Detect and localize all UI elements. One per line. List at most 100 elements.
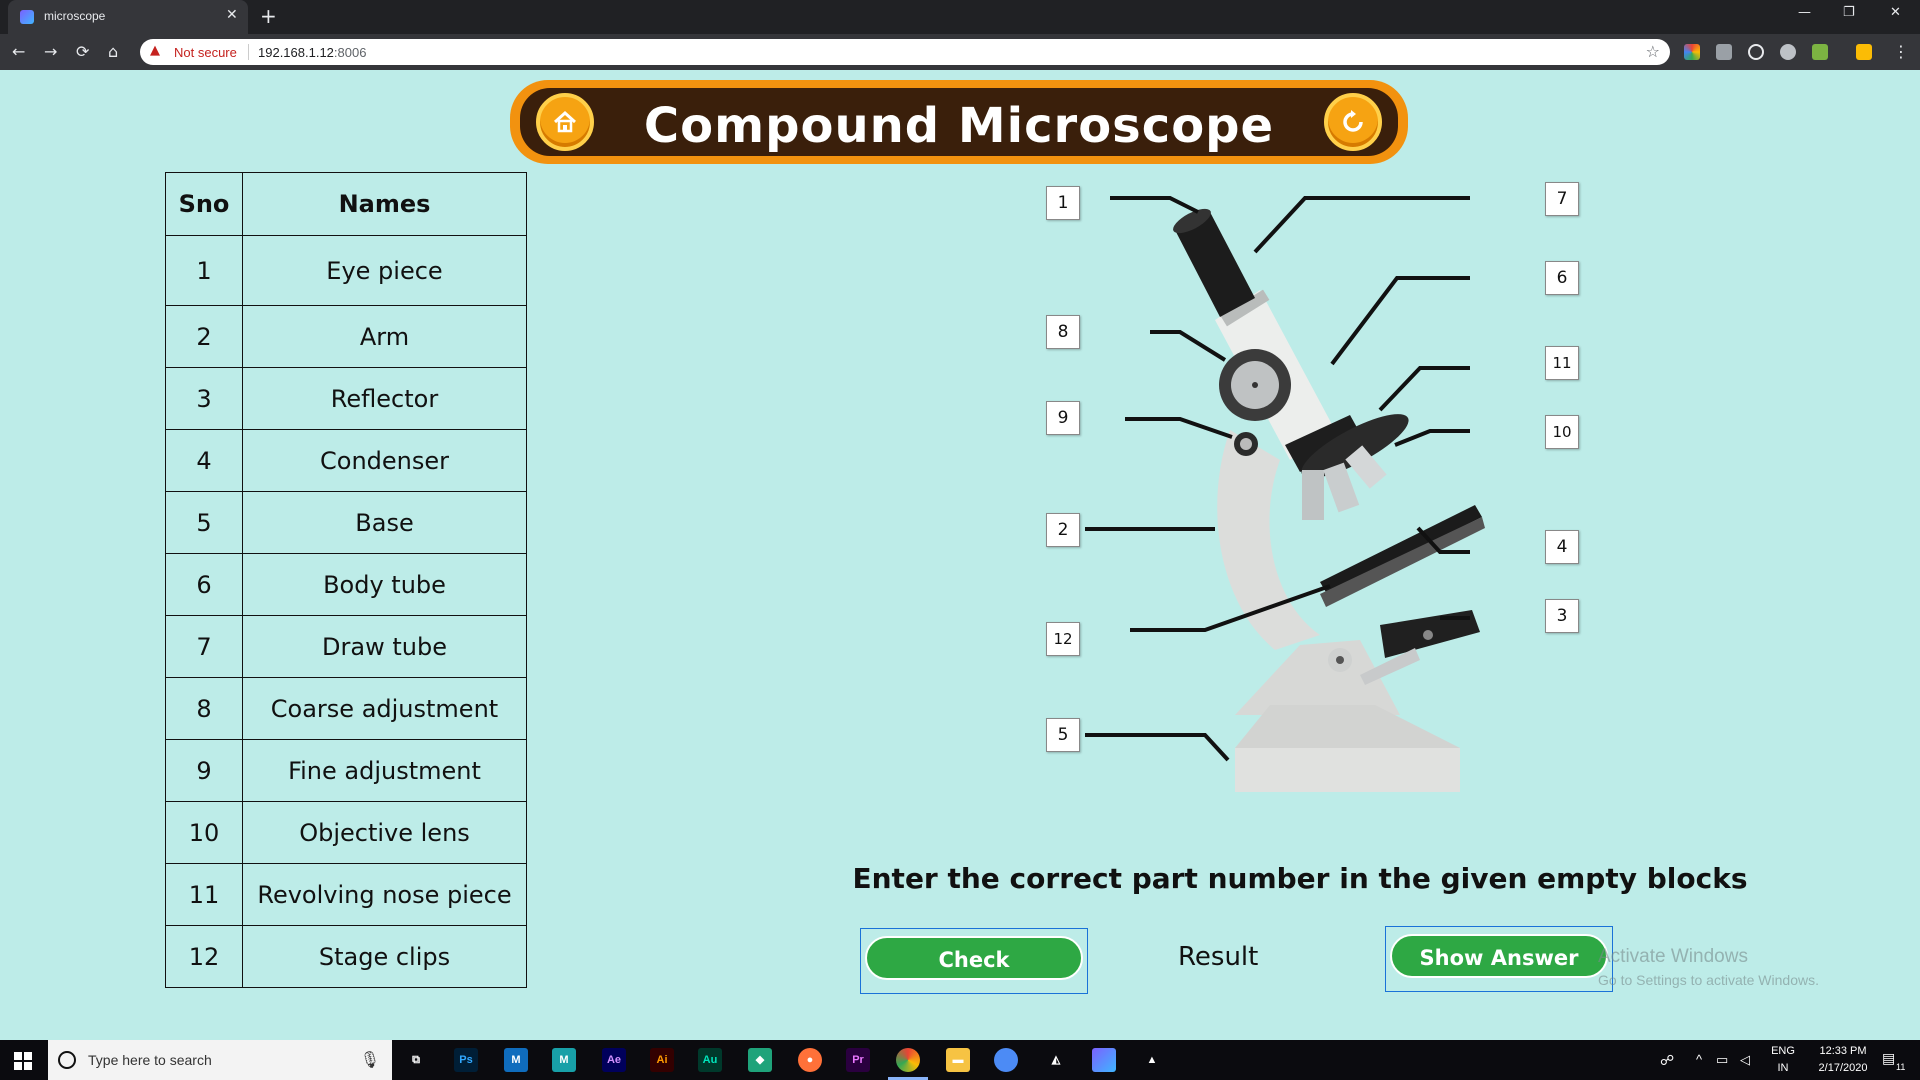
microscope-diagram: 1 7 6 8 11 9 10 2 4 3 12 5 <box>1030 180 1590 800</box>
unity-icon[interactable]: ◭ <box>1044 1048 1068 1072</box>
forward-icon[interactable]: → <box>44 42 57 61</box>
cell-sno: 4 <box>165 429 243 492</box>
part-label-5[interactable]: 5 <box>1046 718 1080 752</box>
new-tab-icon[interactable]: + <box>260 4 277 28</box>
leader-line-10 <box>1394 429 1470 447</box>
leader-line-9 <box>1125 417 1233 439</box>
security-label[interactable]: Not secure <box>174 45 237 60</box>
photos-icon[interactable]: ▲ <box>1140 1048 1164 1072</box>
extension-leaf-icon[interactable] <box>1812 44 1828 60</box>
activate-windows-title: Activate Windows <box>1598 946 1748 967</box>
after-effects-icon[interactable]: Ae <box>602 1048 626 1072</box>
chrome-profile-icon[interactable] <box>994 1048 1018 1072</box>
leader-line-11 <box>1378 366 1470 412</box>
firefox-icon[interactable]: ● <box>798 1048 822 1072</box>
refresh-icon <box>1343 110 1363 132</box>
part-label-10[interactable]: 10 <box>1545 415 1579 449</box>
chrome-icon[interactable] <box>896 1048 920 1072</box>
cell-sno: 7 <box>165 615 243 678</box>
restore-icon[interactable]: ❐ <box>1843 5 1855 20</box>
url-text[interactable]: 192.168.1.12:8006 <box>258 45 366 60</box>
table-row: 9 Fine adjustment <box>165 739 527 802</box>
clock-time[interactable]: 12:33 PM <box>1808 1045 1878 1057</box>
cell-sno: 3 <box>165 367 243 430</box>
part-label-7[interactable]: 7 <box>1545 182 1579 216</box>
extension-print-icon[interactable] <box>1716 44 1732 60</box>
part-label-6[interactable]: 6 <box>1545 261 1579 295</box>
home-page-icon[interactable]: ⌂ <box>108 42 118 61</box>
address-bar[interactable]: ▲ Not secure 192.168.1.12:8006 ☆ <box>140 39 1670 65</box>
language-label[interactable]: ENG <box>1766 1045 1800 1057</box>
back-icon[interactable]: ← <box>12 42 25 61</box>
file-explorer-icon[interactable]: ▬ <box>946 1048 970 1072</box>
part-label-9[interactable]: 9 <box>1046 401 1080 435</box>
header-names: Names <box>242 172 527 236</box>
result-label: Result <box>1178 942 1259 972</box>
app-icon[interactable] <box>1092 1048 1116 1072</box>
close-tab-icon[interactable]: ✕ <box>226 7 238 23</box>
browser-tab[interactable]: microscope ✕ <box>8 0 248 34</box>
cell-name: Revolving nose piece <box>242 863 527 926</box>
extension-abc-icon[interactable] <box>1856 44 1872 60</box>
notification-icon[interactable]: ▤ <box>1882 1050 1895 1067</box>
cell-sno: 12 <box>165 925 243 988</box>
photoshop-icon[interactable]: Ps <box>454 1048 478 1072</box>
clock-date[interactable]: 2/17/2020 <box>1808 1062 1878 1074</box>
extension-color-icon[interactable] <box>1684 44 1700 60</box>
part-label-11[interactable]: 11 <box>1545 346 1579 380</box>
cell-sno: 1 <box>165 235 243 306</box>
table-header-row: Sno Names <box>165 172 527 236</box>
close-window-icon[interactable]: ✕ <box>1890 5 1901 20</box>
stage-edge <box>1320 517 1485 607</box>
part-label-3[interactable]: 3 <box>1545 599 1579 633</box>
part-label-8[interactable]: 8 <box>1046 315 1080 349</box>
part-label-12[interactable]: 12 <box>1046 622 1080 656</box>
show-answer-button[interactable]: Show Answer <box>1390 934 1608 978</box>
part-label-2[interactable]: 2 <box>1046 513 1080 547</box>
reset-button[interactable] <box>1324 93 1382 151</box>
minimize-icon[interactable]: — <box>1798 5 1811 20</box>
instruction-text: Enter the correct part number in the giv… <box>852 862 1748 895</box>
cortana-icon <box>58 1051 76 1069</box>
region-label[interactable]: IN <box>1766 1062 1800 1074</box>
extension-search-icon[interactable] <box>1748 44 1764 60</box>
url-host: 192.168.1.12 <box>258 45 334 60</box>
task-view-icon[interactable]: ⧉ <box>404 1048 428 1072</box>
leader-line-8 <box>1150 330 1227 362</box>
windows-start-icon[interactable] <box>14 1052 32 1070</box>
check-button[interactable]: Check <box>865 936 1083 980</box>
notification-count: 11 <box>1896 1062 1906 1072</box>
cell-sno: 5 <box>165 491 243 554</box>
table-row: 3 Reflector <box>165 367 527 430</box>
objective-lens-2 <box>1323 462 1360 513</box>
premiere-icon[interactable]: Pr <box>846 1048 870 1072</box>
audition-icon[interactable]: Au <box>698 1048 722 1072</box>
illustrator-icon[interactable]: Ai <box>650 1048 674 1072</box>
microscope-base-slope <box>1235 705 1460 748</box>
cell-name: Draw tube <box>242 615 527 678</box>
maya-icon[interactable]: M <box>504 1048 528 1072</box>
leader-line-7 <box>1253 196 1470 254</box>
tray-chevron-icon[interactable]: ^ <box>1696 1052 1702 1067</box>
reload-icon[interactable]: ⟳ <box>76 42 89 61</box>
cell-name: Coarse adjustment <box>242 677 527 740</box>
taskbar-search[interactable]: Type here to search 🎙 <box>48 1040 392 1080</box>
cell-name: Condenser <box>242 429 527 492</box>
mudbox-icon[interactable]: M <box>552 1048 576 1072</box>
table-row: 11 Revolving nose piece <box>165 863 527 926</box>
browser-menu-icon[interactable]: ⋮ <box>1893 42 1909 61</box>
title-banner-inner: Compound Microscope <box>520 88 1398 156</box>
part-label-4[interactable]: 4 <box>1545 530 1579 564</box>
microphone-icon[interactable]: 🎙 <box>360 1050 380 1069</box>
people-icon[interactable]: ☍ <box>1660 1052 1674 1069</box>
part-label-1[interactable]: 1 <box>1046 186 1080 220</box>
bookmark-star-icon[interactable]: ☆ <box>1646 42 1660 61</box>
cell-sno: 11 <box>165 863 243 926</box>
activate-windows-subtitle: Go to Settings to activate Windows. <box>1598 972 1819 988</box>
volume-icon[interactable]: ◁ <box>1740 1052 1750 1068</box>
extension-gear-icon[interactable] <box>1780 44 1796 60</box>
table-row: 2 Arm <box>165 305 527 368</box>
network-icon[interactable]: ▭ <box>1716 1052 1728 1068</box>
3d-app-icon[interactable]: ◆ <box>748 1048 772 1072</box>
cell-name: Reflector <box>242 367 527 430</box>
